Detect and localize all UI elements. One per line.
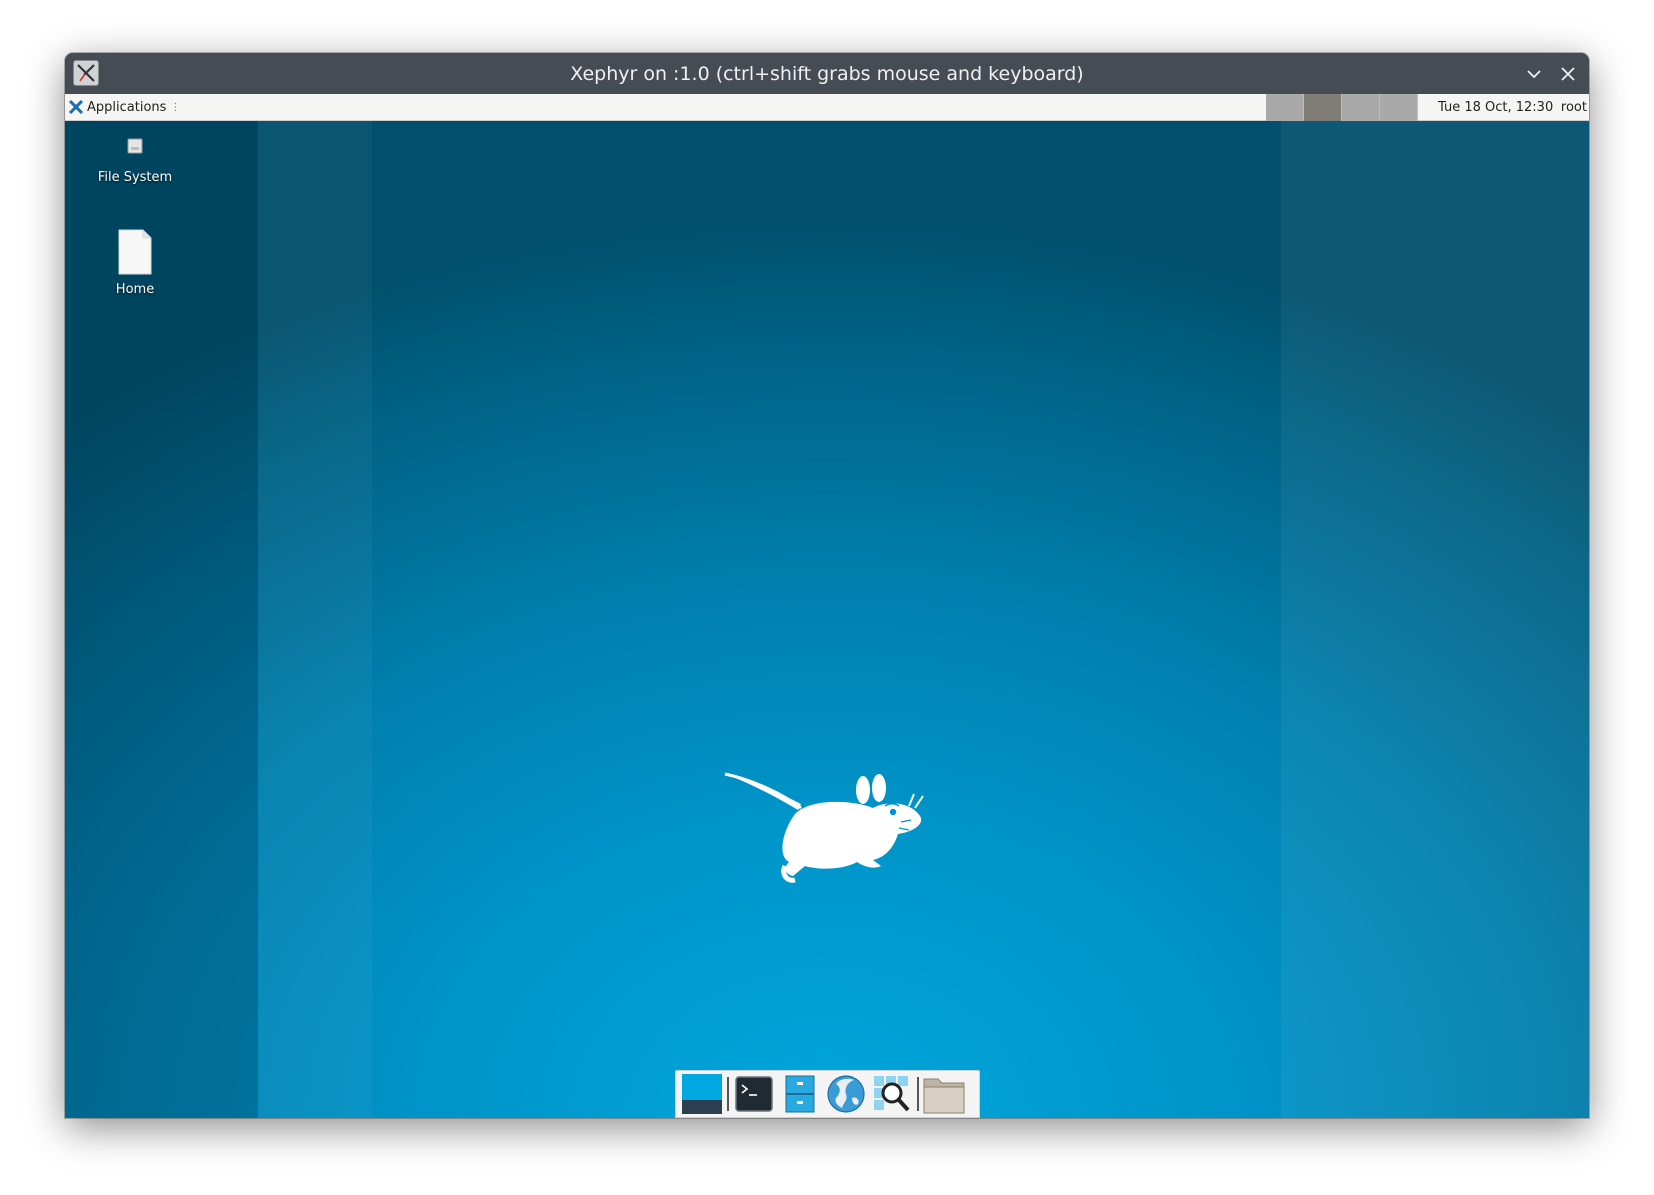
dock-separator — [727, 1077, 729, 1111]
drive-icon — [127, 138, 143, 154]
desktop-icon-home[interactable]: Home — [75, 228, 195, 297]
close-button[interactable] — [1553, 59, 1583, 89]
magnifier-icon — [874, 1076, 910, 1112]
dock-folder[interactable] — [921, 1072, 967, 1116]
dock — [675, 1070, 980, 1118]
applications-menu-button[interactable]: Applications ⋮ — [65, 94, 184, 121]
window-title: Xephyr on :1.0 (ctrl+shift grabs mouse a… — [570, 62, 1084, 85]
dock-show-desktop[interactable] — [679, 1072, 725, 1116]
window-titlebar[interactable]: Xephyr on :1.0 (ctrl+shift grabs mouse a… — [65, 53, 1589, 94]
workspace-switcher — [1266, 94, 1418, 121]
menu-handle-icon: ⋮ — [170, 101, 181, 113]
dock-file-manager[interactable] — [777, 1072, 823, 1116]
panel-user[interactable]: root — [1561, 94, 1587, 121]
dock-app-finder[interactable] — [869, 1072, 915, 1116]
xephyr-window: Xephyr on :1.0 (ctrl+shift grabs mouse a… — [65, 53, 1589, 1118]
xfce-mouse-icon — [69, 100, 83, 114]
wallpaper-stripe — [258, 94, 372, 1118]
desktop-icon — [682, 1074, 722, 1114]
dock-web-browser[interactable] — [823, 1072, 869, 1116]
xfce-mouse-mascot — [724, 772, 924, 883]
close-icon — [1561, 67, 1575, 81]
workspace-1[interactable] — [1266, 94, 1304, 121]
dock-terminal[interactable] — [731, 1072, 777, 1116]
dock-separator — [917, 1077, 919, 1111]
workspace-3[interactable] — [1342, 94, 1380, 121]
applications-menu-label: Applications — [87, 99, 167, 115]
terminal-icon — [735, 1076, 773, 1112]
stage: Xephyr on :1.0 (ctrl+shift grabs mouse a… — [0, 0, 1654, 1195]
wallpaper-stripe — [1281, 94, 1589, 1118]
folder-icon — [923, 1078, 965, 1114]
desktop-screen[interactable]: Applications ⋮ Tue 18 Oct, 12:30 root Fi… — [65, 94, 1589, 1118]
panel-clock[interactable]: Tue 18 Oct, 12:30 — [1438, 94, 1553, 121]
desktop-icon-label: File System — [97, 170, 173, 185]
desktop-icon-filesystem[interactable]: File System — [75, 132, 195, 185]
minimize-button[interactable] — [1519, 59, 1549, 89]
chevron-down-icon — [1527, 70, 1541, 79]
top-panel: Applications ⋮ Tue 18 Oct, 12:30 root — [65, 94, 1589, 121]
document-icon — [118, 229, 152, 275]
workspace-2[interactable] — [1304, 94, 1342, 121]
x11-icon[interactable] — [73, 60, 99, 86]
globe-icon — [827, 1075, 865, 1113]
desktop-icon-label: Home — [115, 282, 155, 297]
file-cabinet-icon — [785, 1075, 815, 1113]
workspace-4[interactable] — [1380, 94, 1418, 121]
